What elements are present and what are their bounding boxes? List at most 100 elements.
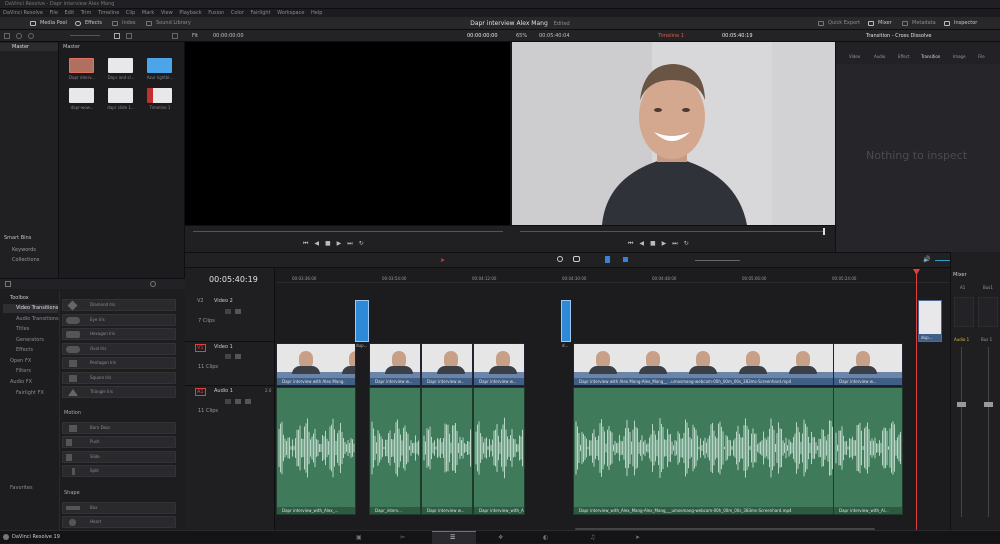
fx-diamond-iris[interactable]: Diamond Iris [62, 299, 176, 311]
v1-clip[interactable]: Dapr interview w... [833, 343, 903, 386]
v2-clip[interactable]: dup... [918, 300, 942, 342]
menu-color[interactable]: Color [231, 9, 244, 17]
bin-master[interactable]: Master [0, 43, 58, 51]
auto-select-icon[interactable] [235, 309, 241, 314]
v1-clip[interactable]: Dapr interview w... [473, 343, 525, 386]
a1-clip[interactable]: Dapr interview w... [421, 387, 473, 515]
tab-image[interactable]: Image [953, 54, 966, 59]
menu-clip[interactable]: Clip [126, 9, 135, 17]
solo-icon[interactable] [235, 399, 241, 404]
menu-fairlight[interactable]: Fairlight [250, 9, 270, 17]
a1-eq-strip[interactable] [954, 297, 974, 327]
metadata-button[interactable]: Metadata [902, 17, 936, 30]
effects-button[interactable]: Effects [75, 17, 102, 30]
mixer-button[interactable]: Mixer [868, 17, 892, 30]
search-icon[interactable] [150, 281, 156, 287]
timeline-thumb[interactable]: Timeline 1 [147, 88, 175, 110]
clip-thumb[interactable]: Azur lightbl... [147, 58, 175, 80]
menu-trim[interactable]: Trim [81, 9, 92, 17]
a1-clip[interactable]: Dapr_interv... [369, 387, 421, 515]
clip-thumb[interactable]: Dapr interv... [69, 58, 97, 80]
fx-box[interactable]: Box [62, 502, 176, 514]
list-view-icon[interactable] [126, 33, 132, 39]
fx-eye-iris[interactable]: Eye Iris [62, 314, 176, 326]
deliver-page-icon[interactable]: ➤ [635, 534, 640, 541]
tab-transition[interactable]: Transition [921, 54, 940, 59]
v1-clip[interactable]: Dapr interview w... [369, 343, 421, 386]
sort-icon[interactable] [16, 33, 22, 39]
selection-tool-icon[interactable]: ➤ [440, 257, 445, 264]
fx-push[interactable]: Push [62, 436, 176, 448]
quick-export-button[interactable]: Quick Export [818, 17, 860, 30]
tab-effect[interactable]: Effect [898, 54, 910, 59]
color-page-icon[interactable]: ◐ [543, 534, 548, 541]
tree-titles[interactable]: Titles [16, 326, 29, 332]
filter-icon[interactable] [28, 33, 34, 39]
source-scrubber[interactable] [193, 231, 503, 232]
clip-thumb[interactable]: Dapr and sl... [108, 58, 136, 80]
flag-icon[interactable] [605, 256, 610, 263]
snapping-icon[interactable] [557, 256, 563, 262]
fx-pentagon-iris[interactable]: Pentagon Iris [62, 357, 176, 369]
a1-clip[interactable]: Dapr interview_with_Al... [833, 387, 903, 515]
fx-barn-door[interactable]: Barn Door [62, 422, 176, 434]
link-icon[interactable] [573, 256, 580, 262]
timeline-select[interactable]: Timeline 1 [658, 30, 684, 42]
track-header-v1[interactable]: V1 Video 1 11 Clips [185, 342, 275, 386]
media-pool-button[interactable]: Media Pool [30, 17, 67, 30]
v2-clip[interactable]: d... [561, 300, 571, 348]
tree-fairlight-fx[interactable]: Fairlight FX [16, 390, 44, 396]
timeline-ruler[interactable]: 00:03:36:00 00:03:54:00 00:04:12:00 00:0… [276, 269, 950, 283]
zoom-slider[interactable] [695, 260, 740, 261]
lock-icon[interactable] [225, 399, 231, 404]
menu-davinci[interactable]: DaVinci Resolve [3, 9, 43, 17]
fx-split[interactable]: Split [62, 465, 176, 477]
cut-page-icon[interactable]: ✂ [400, 534, 405, 541]
menu-edit[interactable]: Edit [65, 9, 75, 17]
timeline-transport-controls[interactable]: ⏮◀■▶⏭↻ [628, 240, 695, 248]
menu-fusion[interactable]: Fusion [208, 9, 224, 17]
tree-audio-transitions[interactable]: Audio Transitions [16, 316, 59, 322]
mute-icon[interactable] [245, 399, 251, 404]
panel-toggle-icon[interactable] [5, 281, 11, 287]
v1-clip[interactable]: Dapr interview w... [421, 343, 473, 386]
track-header-a1[interactable]: A1 Audio 1 2.0 11 Clips [185, 386, 275, 516]
smart-bin-keywords[interactable]: Keywords [12, 247, 36, 253]
fx-triangle-iris[interactable]: Triangle Iris [62, 386, 176, 398]
sound-library-button[interactable]: Sound Library [146, 17, 191, 30]
search-icon[interactable] [172, 33, 178, 39]
media-page-icon[interactable]: ▣ [356, 534, 362, 541]
timeline-viewer[interactable] [512, 42, 835, 225]
inspector-button[interactable]: Inspector [944, 17, 977, 30]
tab-video[interactable]: Video [849, 54, 860, 59]
grid-view-icon[interactable] [4, 33, 10, 39]
a1-fader[interactable] [957, 402, 966, 407]
clip-thumb[interactable]: dapr slide 1... [107, 88, 136, 110]
source-transport-controls[interactable]: ⏮◀■▶⏭↻ [303, 240, 370, 248]
tab-file[interactable]: File [978, 54, 985, 59]
a1-clip[interactable]: Dapr interview_with_Alex_... [276, 387, 356, 515]
tree-filters[interactable]: Filters [16, 368, 31, 374]
fusion-page-icon[interactable]: ❖ [498, 534, 503, 541]
menu-timeline[interactable]: Timeline [98, 9, 119, 17]
fairlight-page-icon[interactable]: ♫ [590, 534, 595, 541]
thumb-view-icon[interactable] [114, 33, 120, 39]
menu-mark[interactable]: Mark [142, 9, 154, 17]
fx-hexagon-iris[interactable]: Hexagon Iris [62, 328, 176, 340]
v2-clip[interactable]: dup... [355, 300, 369, 348]
tree-toolbox[interactable]: Toolbox [10, 295, 29, 301]
menu-view[interactable]: View [161, 9, 173, 17]
track-header-v2[interactable]: V2 Video 2 7 Clips [185, 296, 275, 342]
timeline-scrub-head[interactable] [823, 228, 825, 235]
speaker-icon[interactable]: 🔊 [923, 256, 930, 263]
edit-page-tab[interactable]: ☰ [432, 531, 476, 544]
menu-playback[interactable]: Playback [179, 9, 201, 17]
v1-clip[interactable]: Dapr interview with Alex Mang. [276, 343, 356, 386]
menu-help[interactable]: Help [311, 9, 322, 17]
smart-bin-collections[interactable]: Collections [12, 257, 39, 263]
tree-effects[interactable]: Effects [16, 347, 33, 353]
tree-generators[interactable]: Generators [16, 337, 44, 343]
lock-icon[interactable] [225, 309, 231, 314]
tree-audio-fx[interactable]: Audio FX [10, 379, 32, 385]
bus1-eq-strip[interactable] [978, 297, 998, 327]
